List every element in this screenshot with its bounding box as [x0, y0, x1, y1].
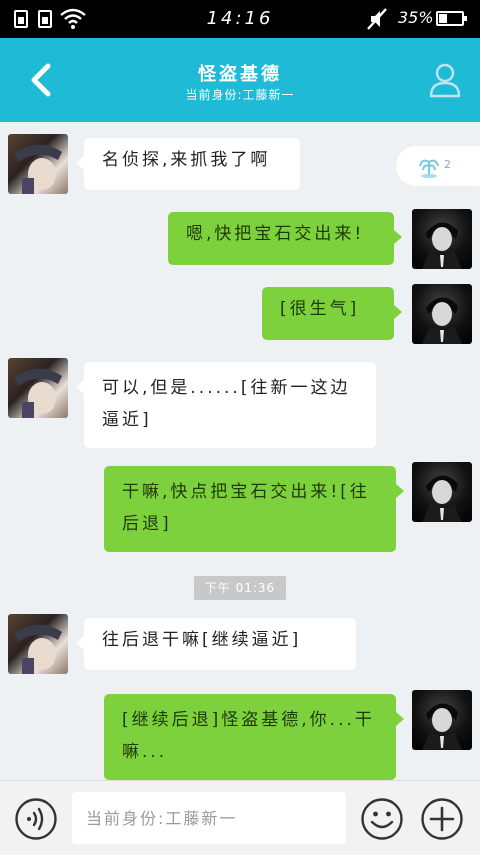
- profile-icon[interactable]: [428, 62, 462, 98]
- message-text: 往后退干嘛[继续逼近]: [102, 630, 302, 650]
- mute-icon: [367, 8, 387, 30]
- floating-widget[interactable]: 2: [396, 146, 480, 186]
- message-text: 干嘛,快点把宝石交出来![往后退]: [122, 482, 370, 534]
- shinichi-avatar[interactable]: [412, 690, 472, 750]
- voice-icon[interactable]: [14, 797, 58, 841]
- chat-header: 怪盗基德 当前身份:工藤新一: [0, 38, 480, 122]
- shinichi-avatar[interactable]: [412, 284, 472, 344]
- message-text: [很生气]: [280, 299, 360, 319]
- message-bubble[interactable]: 干嘛,快点把宝石交出来![往后退]: [104, 466, 404, 552]
- message-bubble[interactable]: [很生气]: [262, 287, 402, 340]
- message-text: 可以,但是......[往新一这边逼近]: [102, 378, 351, 430]
- shinichi-avatar[interactable]: [412, 462, 472, 522]
- message-bubble[interactable]: 名侦探,来抓我了啊: [76, 138, 300, 190]
- kid-avatar[interactable]: [8, 614, 68, 674]
- kid-avatar[interactable]: [8, 358, 68, 418]
- message-bubble[interactable]: 可以,但是......[往新一这边逼近]: [76, 362, 376, 448]
- message-text: 名侦探,来抓我了啊: [102, 150, 271, 170]
- message-bubble[interactable]: [继续后退]怪盗基德,你...干嘛...: [104, 694, 404, 780]
- message-timestamp: 下午 01:36: [194, 576, 286, 600]
- message-input[interactable]: [72, 792, 346, 844]
- chat-subtitle: 当前身份:工藤新一: [185, 88, 295, 102]
- status-bar: 14:16 35%: [0, 0, 480, 38]
- chat-messages[interactable]: 名侦探,来抓我了啊 2 嗯,快把宝石交出来! [很生气] 可以,但是......…: [0, 122, 480, 780]
- battery-percent: 35%: [398, 8, 434, 27]
- emoji-icon[interactable]: [360, 797, 404, 841]
- message-text: 嗯,快把宝石交出来!: [186, 224, 365, 244]
- input-bar: [0, 780, 480, 855]
- plus-icon[interactable]: [420, 797, 464, 841]
- shinichi-avatar[interactable]: [412, 209, 472, 269]
- message-bubble[interactable]: 往后退干嘛[继续逼近]: [76, 618, 356, 670]
- battery-icon: [436, 11, 467, 26]
- message-bubble[interactable]: 嗯,快把宝石交出来!: [168, 212, 402, 265]
- kid-avatar[interactable]: [8, 134, 68, 194]
- chat-title: 怪盗基德: [198, 64, 282, 85]
- message-text: [继续后退]怪盗基德,你...干嘛...: [122, 710, 375, 762]
- fountain-icon: [419, 159, 439, 178]
- widget-count: 2: [444, 158, 451, 171]
